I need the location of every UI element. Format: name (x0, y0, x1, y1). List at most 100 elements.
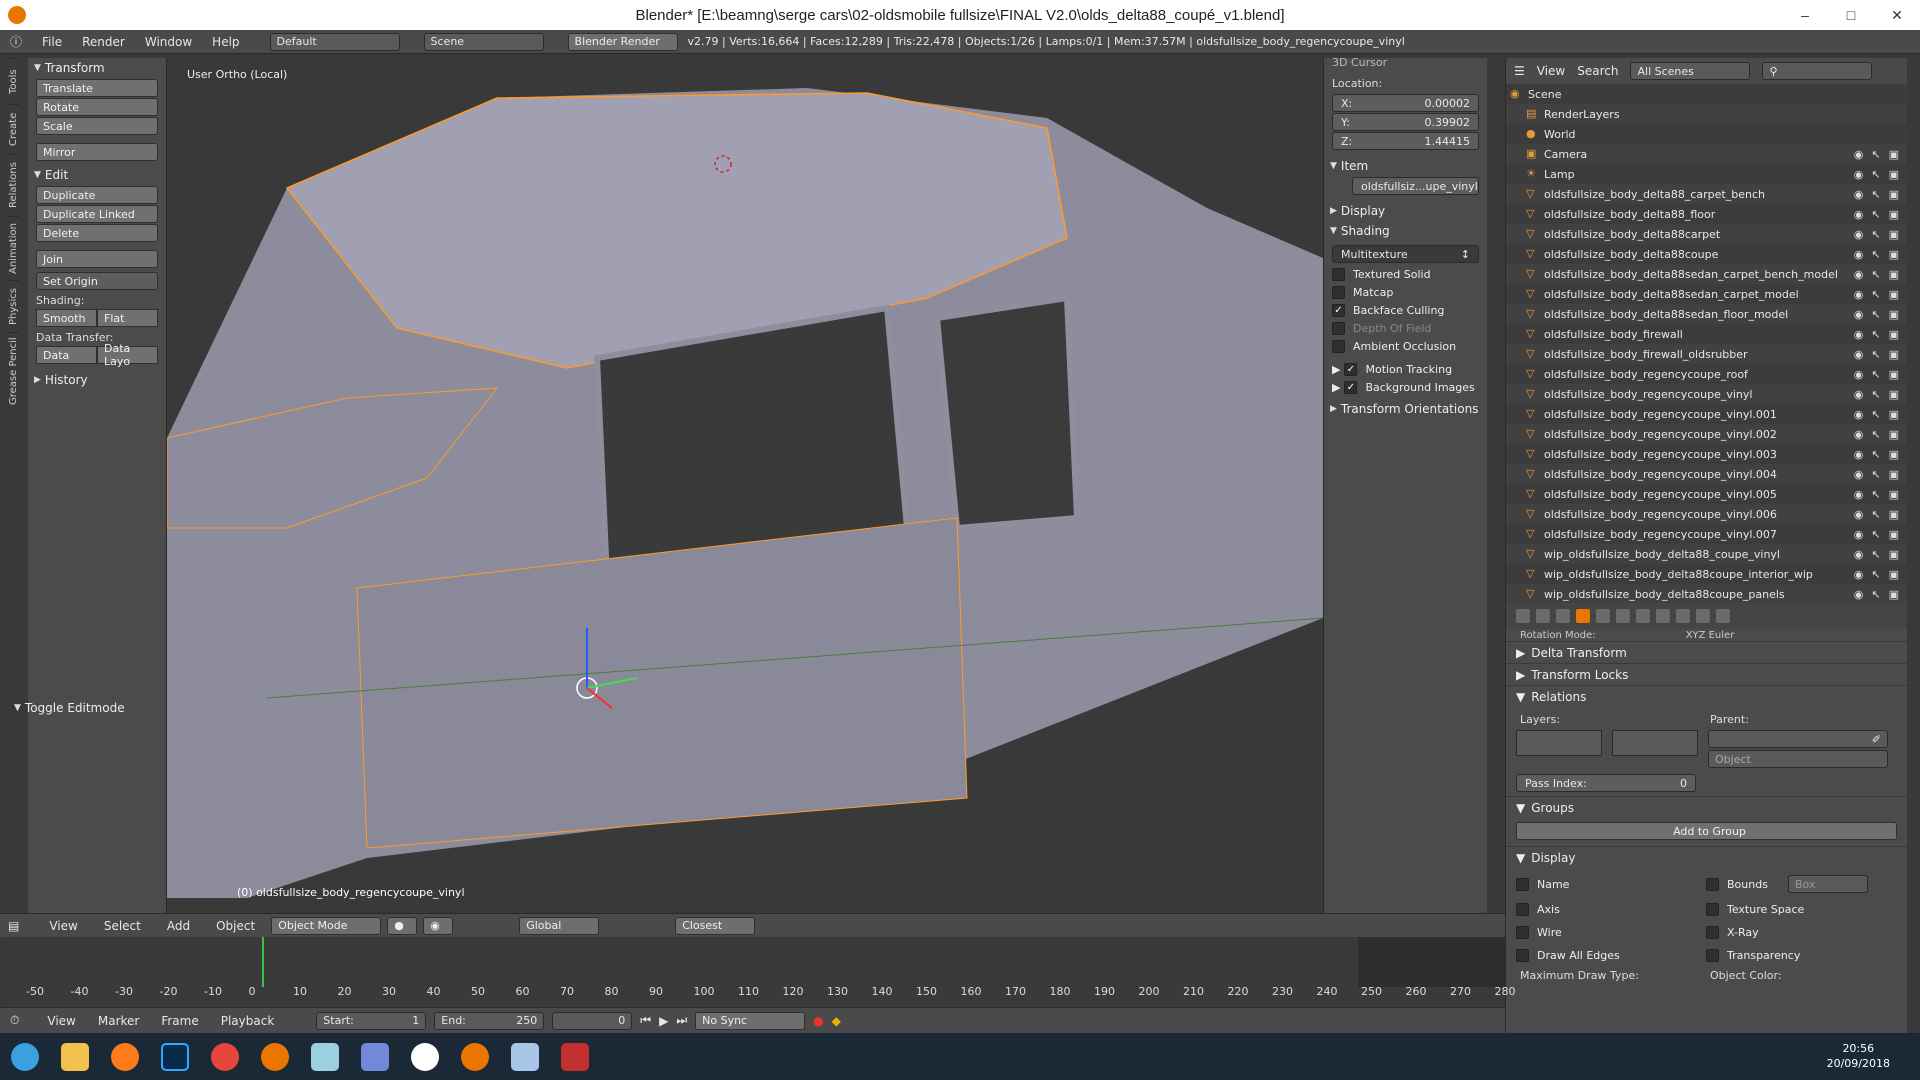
select-arrow-icon[interactable]: ↖ (1871, 268, 1880, 281)
visibility-eye-icon[interactable]: ◉ (1854, 528, 1864, 541)
timeline-view-menu[interactable]: View (47, 1014, 75, 1028)
render-camera-icon[interactable]: ▣ (1889, 488, 1899, 501)
render-tab-icon[interactable] (1516, 609, 1530, 623)
outliner-row[interactable]: ▽ oldsfullsize_body_regencycoupe_vinyl.00… (1506, 504, 1907, 524)
eyedropper-icon[interactable]: ✐ (1872, 733, 1881, 746)
display-name-checkbox[interactable]: Name (1516, 875, 1690, 893)
record-icon[interactable]: ● (813, 1014, 823, 1028)
outliner-row[interactable]: ▽ oldsfullsize_body_regencycoupe_vinyl ◉ ↖ ▣ (1506, 384, 1907, 404)
select-arrow-icon[interactable]: ↖ (1871, 368, 1880, 381)
render-camera-icon[interactable]: ▣ (1889, 268, 1899, 281)
file-explorer-icon[interactable] (50, 1033, 100, 1080)
notes-icon[interactable] (300, 1033, 350, 1080)
3d-cursor-header[interactable]: 3D Cursor (1332, 56, 1479, 69)
scale-button[interactable]: Scale (36, 117, 158, 135)
menu-file[interactable]: File (32, 35, 72, 49)
select-arrow-icon[interactable]: ↖ (1871, 588, 1880, 601)
select-arrow-icon[interactable]: ↖ (1871, 248, 1880, 261)
outliner-editor-icon[interactable]: ☰ (1514, 64, 1525, 78)
select-arrow-icon[interactable]: ↖ (1871, 428, 1880, 441)
visibility-eye-icon[interactable]: ◉ (1854, 488, 1864, 501)
outliner-row[interactable]: ▽ oldsfullsize_body_delta88carpet ◉ ↖ ▣ (1506, 224, 1907, 244)
start-frame-field[interactable]: Start: 1 (316, 1011, 427, 1030)
play-icon[interactable]: ▶ (659, 1014, 668, 1028)
viewport-shading-select[interactable]: ● (387, 916, 418, 935)
data-button[interactable]: Data (36, 346, 97, 364)
shading-panel-header[interactable]: ▼ Shading (1324, 221, 1487, 241)
select-arrow-icon[interactable]: ↖ (1871, 448, 1880, 461)
item-panel-header[interactable]: ▼ Item (1324, 156, 1487, 176)
tab-tools[interactable]: Tools (8, 58, 19, 104)
screen-layout-field[interactable]: Default (269, 32, 400, 51)
system-clock[interactable]: 20:56 20/09/2018 (1827, 1041, 1890, 1071)
tab-animation[interactable]: Animation (8, 216, 19, 280)
visibility-eye-icon[interactable]: ◉ (1854, 148, 1864, 161)
mode-select[interactable]: Object Mode (271, 916, 382, 935)
outliner-row[interactable]: ▽ wip_oldsfullsize_body_delta88coupe_pane… (1506, 584, 1907, 604)
outliner-row[interactable]: ▽ oldsfullsize_body_delta88sedan_carpet_m… (1506, 284, 1907, 304)
world-tab-icon[interactable] (1556, 609, 1570, 623)
outliner-row[interactable]: ▽ oldsfullsize_body_regencycoupe_vinyl.00… (1506, 484, 1907, 504)
render-camera-icon[interactable]: ▣ (1889, 368, 1899, 381)
particles-tab-icon[interactable] (1696, 609, 1710, 623)
render-camera-icon[interactable]: ▣ (1889, 408, 1899, 421)
matcap-checkbox[interactable]: Matcap (1332, 286, 1479, 299)
flat-button[interactable]: Flat (97, 309, 158, 327)
outliner-row[interactable]: ▤ RenderLayers (1506, 104, 1907, 124)
marker-menu[interactable]: Marker (98, 1014, 139, 1028)
outliner-row[interactable]: ▽ oldsfullsize_body_regencycoupe_vinyl.00… (1506, 404, 1907, 424)
blender-app-icon[interactable] (250, 1033, 300, 1080)
outliner-row[interactable]: ▽ wip_oldsfullsize_body_delta88_coupe_vin… (1506, 544, 1907, 564)
outliner-row[interactable]: ▽ oldsfullsize_body_regencycoupe_vinyl.00… (1506, 424, 1907, 444)
outliner-row[interactable]: ▽ oldsfullsize_body_firewall_oldsrubber ◉ ↖… (1506, 344, 1907, 364)
depth-of-field-checkbox[interactable]: Depth Of Field (1332, 322, 1479, 335)
select-arrow-icon[interactable]: ↖ (1871, 348, 1880, 361)
visibility-eye-icon[interactable]: ◉ (1854, 268, 1864, 281)
rotate-button[interactable]: Rotate (36, 98, 158, 116)
render-camera-icon[interactable]: ▣ (1889, 528, 1899, 541)
current-frame-field[interactable]: 0 (552, 1011, 633, 1030)
menu-add[interactable]: Add (167, 919, 190, 933)
outliner-row[interactable]: ☀ Lamp ◉ ↖ ▣ (1506, 164, 1907, 184)
translate-button[interactable]: Translate (36, 79, 158, 97)
smooth-button[interactable]: Smooth (36, 309, 97, 327)
outliner-row[interactable]: ▽ oldsfullsize_body_regencycoupe_vinyl.00… (1506, 524, 1907, 544)
render-camera-icon[interactable]: ▣ (1889, 448, 1899, 461)
render-camera-icon[interactable]: ▣ (1889, 348, 1899, 361)
3d-viewport[interactable]: User Ortho (Local) (0) oldsfullsize_body… (167, 58, 1323, 913)
menu-select[interactable]: Select (104, 919, 141, 933)
visibility-eye-icon[interactable]: ◉ (1854, 248, 1864, 261)
cursor-z-field[interactable]: Z: 1.44415 (1332, 132, 1479, 150)
visibility-eye-icon[interactable]: ◉ (1854, 508, 1864, 521)
tab-relations[interactable]: Relations (8, 154, 19, 216)
render-camera-icon[interactable]: ▣ (1889, 568, 1899, 581)
object-tab-icon[interactable] (1576, 609, 1590, 623)
outliner-row[interactable]: ● World (1506, 124, 1907, 144)
render-camera-icon[interactable]: ▣ (1889, 328, 1899, 341)
object-name-field[interactable]: oldsfullsiz...upe_vinyl (1352, 177, 1479, 195)
car-model-render[interactable] (167, 58, 1323, 913)
menu-render[interactable]: Render (72, 35, 135, 49)
edit-panel-header[interactable]: ▼ Edit (28, 165, 166, 185)
display-header[interactable]: ▼ Display (1506, 846, 1907, 868)
groups-header[interactable]: ▼ Groups (1506, 796, 1907, 818)
tab-create[interactable]: Create (8, 104, 19, 154)
outliner-filter-select[interactable]: All Scenes (1630, 62, 1751, 80)
visibility-eye-icon[interactable]: ◉ (1854, 448, 1864, 461)
firefox-icon[interactable] (100, 1033, 150, 1080)
texture-tab-icon[interactable] (1676, 609, 1690, 623)
viewport-editor-icon[interactable]: ▤ (8, 919, 19, 933)
select-arrow-icon[interactable]: ↖ (1871, 408, 1880, 421)
visibility-eye-icon[interactable]: ◉ (1854, 348, 1864, 361)
ambient-occlusion-checkbox[interactable]: Ambient Occlusion (1332, 340, 1479, 353)
render-camera-icon[interactable]: ▣ (1889, 508, 1899, 521)
data-tab-icon[interactable] (1636, 609, 1650, 623)
display-axis-checkbox[interactable]: Axis (1516, 903, 1690, 916)
select-arrow-icon[interactable]: ↖ (1871, 328, 1880, 341)
select-arrow-icon[interactable]: ↖ (1871, 388, 1880, 401)
render-camera-icon[interactable]: ▣ (1889, 468, 1899, 481)
set-origin-dropdown[interactable]: Set Origin (36, 272, 158, 290)
close-icon[interactable]: ✕ (1874, 0, 1920, 30)
add-to-group-button[interactable]: Add to Group (1516, 822, 1897, 840)
discord-icon[interactable] (350, 1033, 400, 1080)
